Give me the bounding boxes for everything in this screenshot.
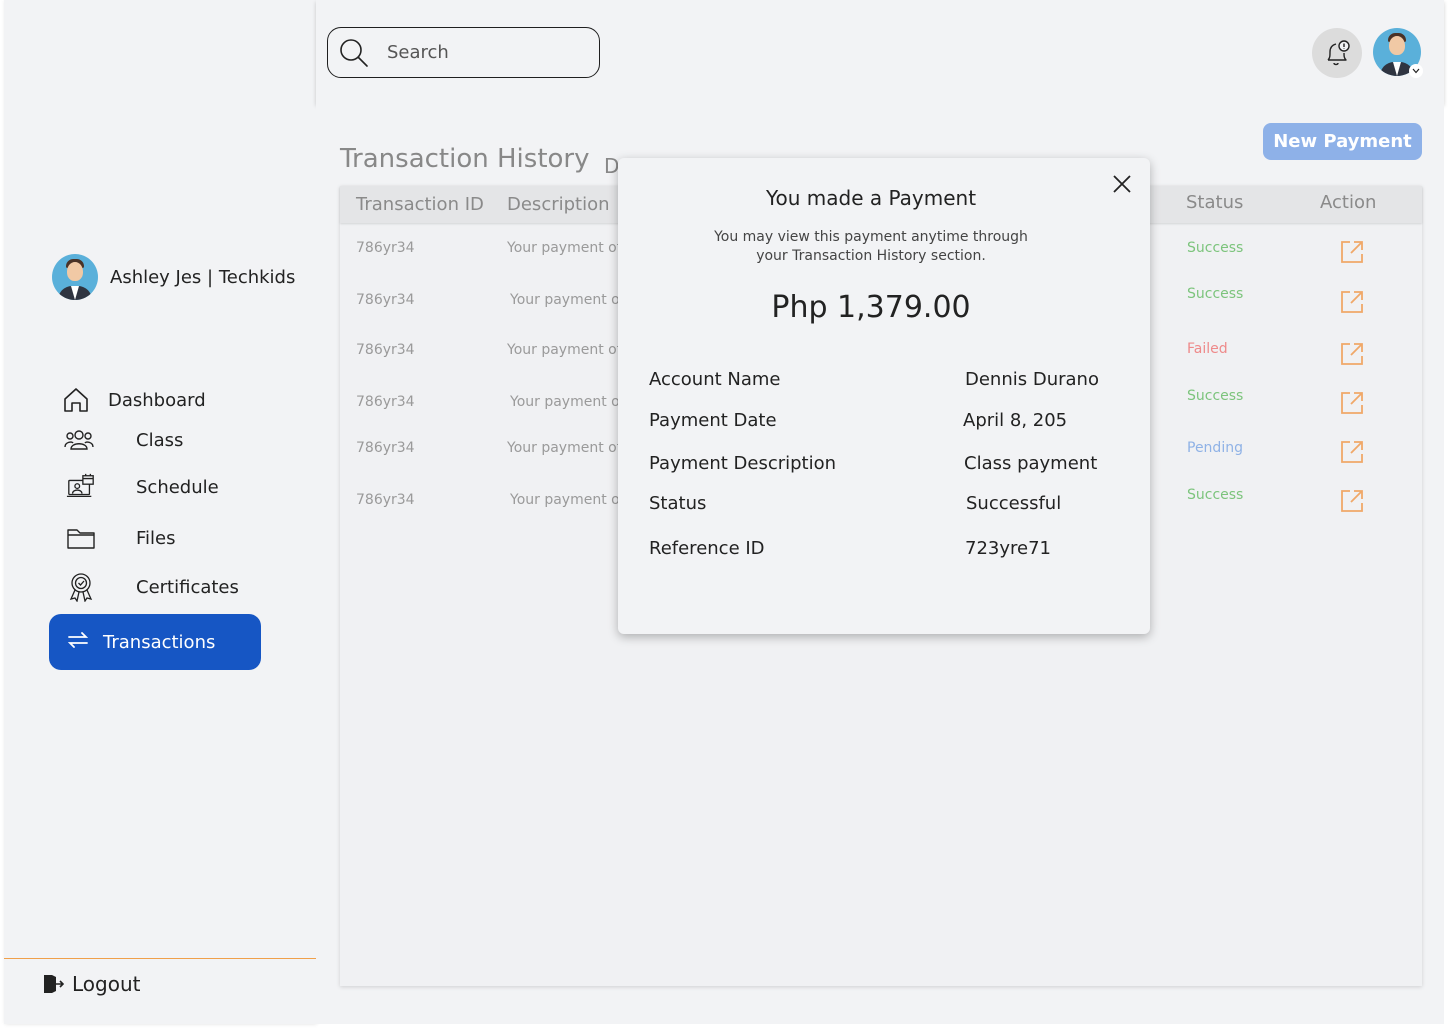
detail-label: Payment Date bbox=[649, 410, 777, 431]
open-external-icon[interactable] bbox=[1340, 391, 1364, 415]
column-header: Description bbox=[507, 194, 610, 215]
bell-icon bbox=[1322, 38, 1352, 68]
transaction-id: 786yr34 bbox=[356, 240, 415, 256]
detail-label: Status bbox=[649, 493, 707, 514]
search-box[interactable] bbox=[327, 27, 600, 78]
sidebar-item-transactions[interactable]: Transactions bbox=[49, 614, 261, 670]
detail-value: April 8, 205 bbox=[963, 410, 1068, 431]
sidebar: Ashley Jes | Techkids Dashboard Class Sc… bbox=[4, 0, 316, 1024]
certificate-icon bbox=[66, 572, 96, 602]
home-icon bbox=[61, 385, 91, 415]
user-name: Ashley Jes | Techkids bbox=[110, 266, 296, 288]
modal-message: You may view this payment anytime throug… bbox=[714, 229, 1028, 264]
sidebar-item-dashboard[interactable]: Dashboard bbox=[61, 385, 206, 415]
detail-value: 723yre71 bbox=[965, 538, 1051, 559]
sidebar-item-files[interactable]: Files bbox=[66, 523, 176, 553]
sidebar-item-certificates[interactable]: Certificates bbox=[66, 572, 239, 602]
detail-value: Dennis Durano bbox=[965, 369, 1099, 390]
users-icon bbox=[64, 425, 94, 455]
column-header: Action bbox=[1320, 192, 1377, 213]
transaction-description: Your payment o bbox=[510, 394, 620, 410]
sidebar-item-label: Transactions bbox=[103, 631, 216, 653]
payment-confirmation-modal: You made a Payment You may view this pay… bbox=[618, 158, 1150, 634]
sidebar-item-schedule[interactable]: Schedule bbox=[66, 472, 219, 502]
detail-value: Successful bbox=[966, 493, 1062, 514]
detail-label: Reference ID bbox=[649, 538, 765, 559]
schedule-icon bbox=[66, 472, 96, 502]
modal-title: You made a Payment bbox=[765, 186, 977, 210]
notifications-button[interactable] bbox=[1312, 28, 1362, 78]
logout-label: Logout bbox=[72, 972, 141, 996]
transaction-description: Your payment of bbox=[507, 240, 622, 256]
transaction-description: Your payment of bbox=[507, 342, 622, 358]
sidebar-item-label: Schedule bbox=[136, 476, 219, 498]
chevron-down-icon bbox=[1409, 64, 1423, 78]
transaction-id: 786yr34 bbox=[356, 394, 415, 410]
transaction-description: Your payment o bbox=[510, 492, 620, 508]
transaction-id: 786yr34 bbox=[356, 492, 415, 508]
transaction-description: Your payment of bbox=[507, 440, 622, 456]
open-external-icon[interactable] bbox=[1340, 440, 1364, 464]
status-badge: Failed bbox=[1187, 341, 1228, 357]
sidebar-item-class[interactable]: Class bbox=[64, 425, 183, 455]
top-bar bbox=[316, 0, 1444, 104]
open-external-icon[interactable] bbox=[1340, 342, 1364, 366]
status-badge: Pending bbox=[1187, 440, 1243, 456]
status-badge: Success bbox=[1187, 240, 1244, 256]
column-header: Status bbox=[1186, 192, 1244, 213]
open-external-icon[interactable] bbox=[1340, 290, 1364, 314]
column-header: Transaction ID bbox=[356, 194, 484, 215]
transfer-icon bbox=[67, 631, 89, 653]
account-menu[interactable] bbox=[1373, 28, 1423, 78]
open-external-icon[interactable] bbox=[1340, 489, 1364, 513]
logout-icon bbox=[42, 973, 64, 995]
sidebar-item-label: Certificates bbox=[136, 576, 239, 598]
new-payment-button[interactable]: New Payment bbox=[1263, 123, 1422, 160]
folder-icon bbox=[66, 523, 96, 553]
logout-divider bbox=[4, 958, 316, 959]
detail-label: Payment Description bbox=[649, 453, 837, 474]
detail-label: Account Name bbox=[649, 369, 781, 390]
transaction-id: 786yr34 bbox=[356, 342, 415, 358]
open-external-icon[interactable] bbox=[1340, 240, 1364, 264]
search-icon bbox=[339, 38, 369, 68]
transaction-id: 786yr34 bbox=[356, 440, 415, 456]
logout-button[interactable]: Logout bbox=[42, 972, 140, 996]
sidebar-item-label: Dashboard bbox=[108, 389, 206, 411]
user-profile[interactable]: Ashley Jes | Techkids bbox=[52, 254, 295, 300]
status-badge: Success bbox=[1187, 487, 1244, 503]
search-input[interactable] bbox=[387, 42, 577, 63]
detail-value: Class payment bbox=[964, 453, 1098, 474]
payment-amount: Php 1,379.00 bbox=[771, 290, 971, 325]
sidebar-item-label: Files bbox=[136, 527, 176, 549]
status-badge: Success bbox=[1187, 286, 1244, 302]
status-badge: Success bbox=[1187, 388, 1244, 404]
sidebar-item-label: Class bbox=[136, 429, 184, 451]
transaction-id: 786yr34 bbox=[356, 292, 415, 308]
transaction-description: Your payment o bbox=[510, 292, 620, 308]
page-title: Transaction History bbox=[340, 144, 590, 174]
user-avatar bbox=[52, 254, 98, 300]
